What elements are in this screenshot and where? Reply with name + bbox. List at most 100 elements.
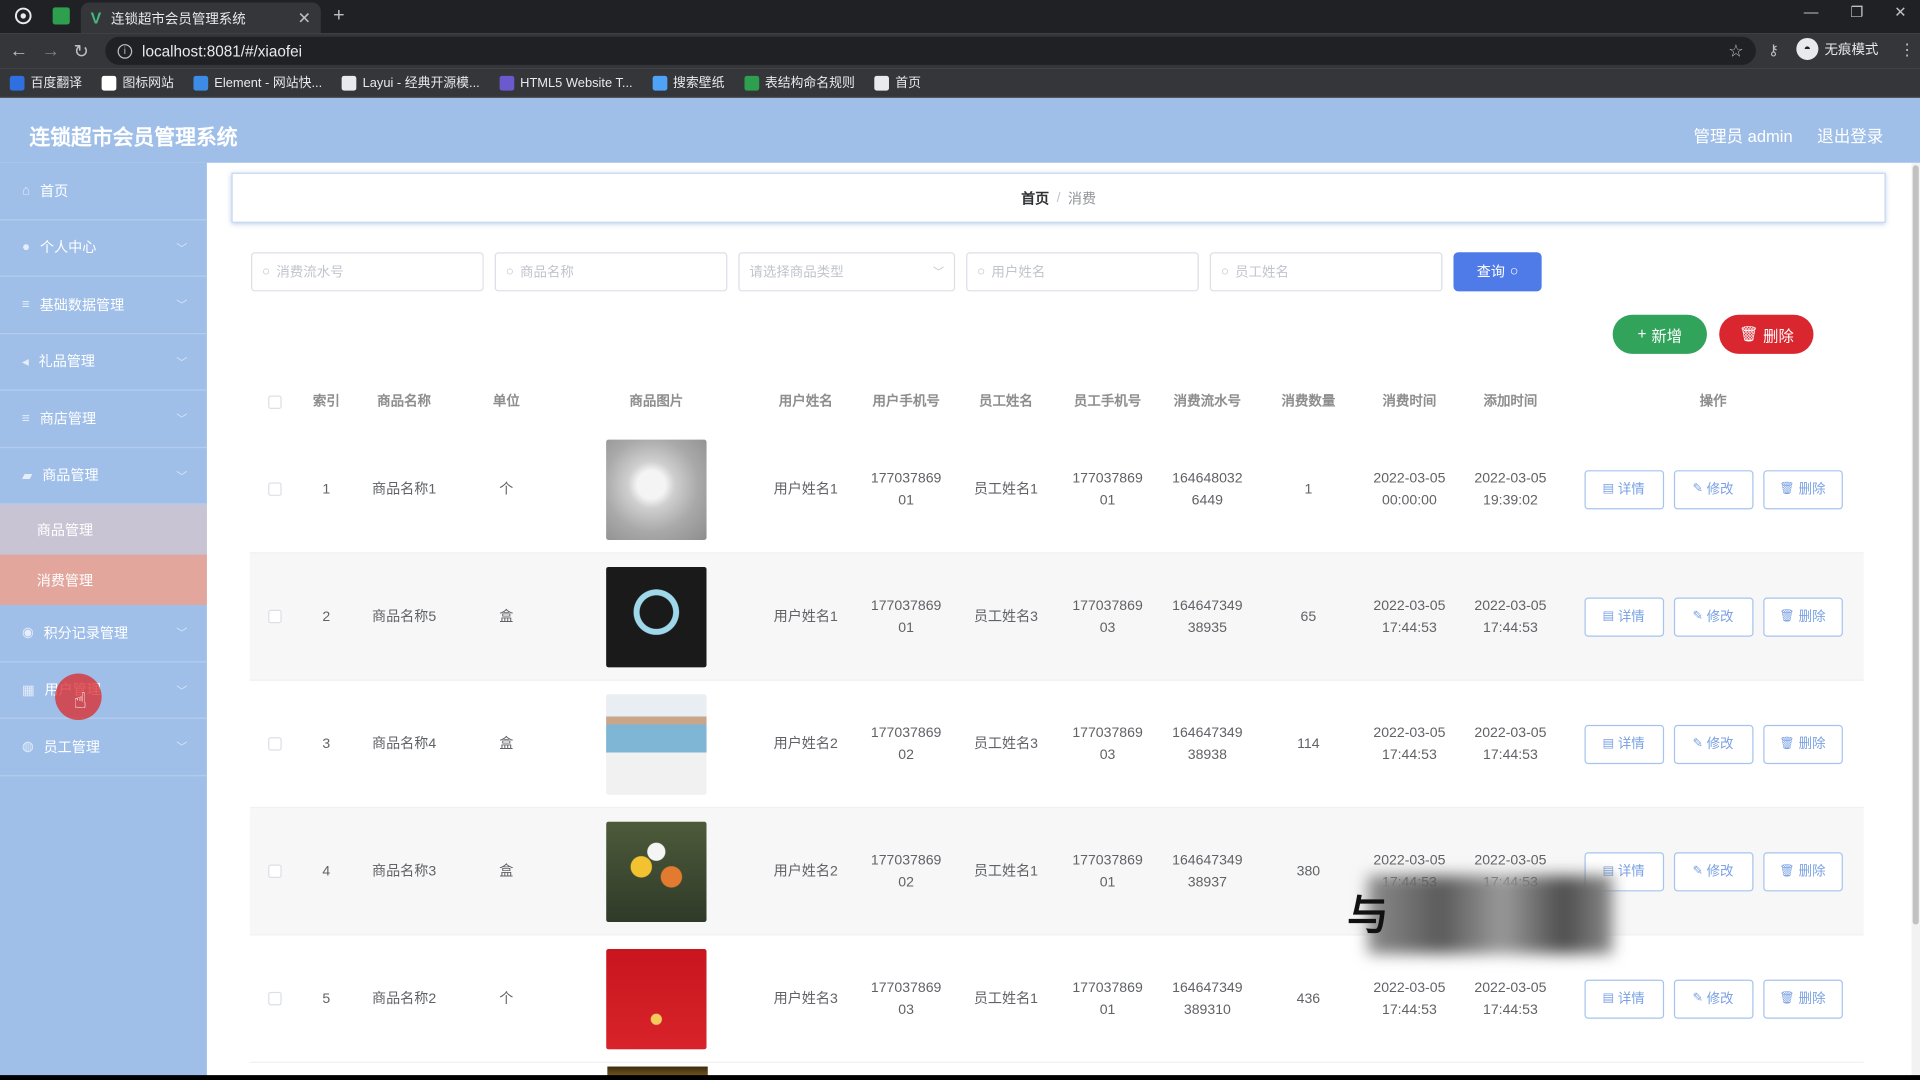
product-image[interactable] <box>606 566 707 667</box>
bookmark-item[interactable]: HTML5 Website T... <box>499 75 633 91</box>
product-type-select[interactable]: 请选择商品类型 ﹀ <box>738 252 956 292</box>
cell-add-time-line: 17:44:53 <box>1483 747 1538 763</box>
row-checkbox[interactable] <box>267 609 282 624</box>
sidebar-item[interactable]: ◂ 礼品管理 ﹀ <box>0 334 207 391</box>
sidebar-item[interactable]: ● 个人中心 ﹀ <box>0 220 207 277</box>
cell-operations: ▤ 详情 ✎ 修改 🗑 删除 <box>1562 596 1863 637</box>
cell-user-phone-line: 177037869 <box>870 725 942 741</box>
product-image[interactable] <box>606 693 707 795</box>
sidebar-item[interactable]: ≡ 商店管理 ﹀ <box>0 391 207 448</box>
bookmark-item[interactable]: 图标网站 <box>101 73 174 91</box>
user-search-input[interactable]: ○ 用户姓名 <box>966 252 1199 292</box>
cell-employee-phone: 177037869 01 <box>1057 977 1159 1021</box>
incognito-indicator[interactable]: ◓ 无痕模式 <box>1796 37 1878 61</box>
add-button[interactable]: + 新增 <box>1612 314 1707 354</box>
query-button[interactable]: 查询 ○ <box>1453 252 1542 292</box>
page-scrollbar[interactable] <box>1911 162 1920 1080</box>
sidebar-subitem[interactable]: 商品管理 <box>0 504 207 555</box>
bookmark-item[interactable]: 百度翻译 <box>9 73 82 91</box>
tab-title: 连锁超市会员管理系统 <box>111 11 246 27</box>
detail-button[interactable]: ▤ 详情 <box>1583 469 1664 509</box>
sidebar-item[interactable]: ▰ 商品管理 ﹀ <box>0 448 207 505</box>
product-placeholder: 商品名称 <box>519 265 574 281</box>
cell-user-phone-line: 177037869 <box>870 598 942 613</box>
batch-delete-button[interactable]: 🗑 删除 <box>1719 314 1814 354</box>
reload-icon[interactable]: ↻ <box>73 40 88 63</box>
row-delete-button-label: 删除 <box>1798 609 1826 624</box>
employee-search-input[interactable]: ○ 员工姓名 <box>1209 252 1443 292</box>
window-close-icon[interactable]: ✕ <box>1894 4 1906 21</box>
tab-close-icon[interactable]: ✕ <box>298 8 311 28</box>
cell-serial: 164647349 38937 <box>1158 849 1256 893</box>
product-image[interactable] <box>606 438 707 540</box>
sidebar-item[interactable]: ⌂ 首页 <box>0 163 207 220</box>
edit-button[interactable]: ✎ 修改 <box>1673 724 1753 764</box>
restore-icon[interactable]: ❐ <box>1850 4 1863 21</box>
cell-employee-phone-line: 01 <box>1099 874 1116 890</box>
cell-user-phone-line: 03 <box>898 1002 914 1017</box>
bookmark-item[interactable]: Layui - 经典开源模... <box>341 73 480 91</box>
key-icon[interactable]: ⚷ <box>1768 42 1779 59</box>
table-row: 2 商品名称5 盒用户姓名1 177037869 01 员工姓名3 177037869 03 1… <box>249 553 1864 681</box>
bookmark-label: 搜索壁纸 <box>672 75 725 91</box>
row-checkbox[interactable] <box>267 737 282 751</box>
row-delete-button[interactable]: 🗑 删除 <box>1762 978 1843 1019</box>
bookmark-item[interactable]: 表结构命名规则 <box>744 73 855 91</box>
address-bar[interactable]: i localhost:8081/#/xiaofei ☆ <box>105 36 1756 65</box>
sidebar-item[interactable]: ≡ 基础数据管理 ﹀ <box>0 277 207 334</box>
cell-serial-line: 38935 <box>1187 620 1227 635</box>
browser-menu-icon[interactable]: ⋮ <box>1899 40 1915 60</box>
cell-name: 商品名称2 <box>371 991 437 1006</box>
detail-button[interactable]: ▤ 详情 <box>1583 596 1664 637</box>
chevron-down-icon: ﹀ <box>176 356 188 369</box>
select-all-checkbox[interactable] <box>267 394 282 409</box>
row-delete-button[interactable]: 🗑 删除 <box>1762 596 1843 637</box>
serial-search-input[interactable]: ○ 消费流水号 <box>251 252 484 292</box>
breadcrumb-home[interactable]: 首页 <box>1021 188 1049 208</box>
detail-button[interactable]: ▤ 详情 <box>1583 978 1664 1019</box>
sidebar-item[interactable]: ◉ 积分记录管理 ﹀ <box>0 605 207 662</box>
cell-employee-phone: 177037869 01 <box>1057 849 1159 893</box>
row-delete-button[interactable]: 🗑 删除 <box>1762 469 1843 509</box>
row-checkbox[interactable] <box>267 482 282 496</box>
edit-button[interactable]: ✎ 修改 <box>1673 596 1753 637</box>
logout-link[interactable]: 退出登录 <box>1817 122 1883 146</box>
product-image[interactable] <box>606 821 707 922</box>
back-icon[interactable]: ← <box>10 40 28 61</box>
product-search-input[interactable]: ○ 商品名称 <box>494 252 728 292</box>
product-image[interactable] <box>606 948 707 1049</box>
sidebar-item[interactable]: ◍ 员工管理 ﹀ <box>0 719 207 776</box>
edit-button[interactable]: ✎ 修改 <box>1673 978 1753 1019</box>
cell-add-time: 2022-03-05 17:44:53 <box>1458 722 1562 766</box>
site-info-icon[interactable]: i <box>117 43 133 59</box>
scrollbar-thumb[interactable] <box>1912 165 1919 925</box>
cell-name: 商品名称4 <box>371 736 437 752</box>
row-delete-button[interactable]: 🗑 删除 <box>1762 851 1843 891</box>
row-delete-button[interactable]: 🗑 删除 <box>1762 724 1843 764</box>
bookmark-star-icon[interactable]: ☆ <box>1728 40 1743 61</box>
employee-placeholder: 员工姓名 <box>1235 265 1289 281</box>
detail-button[interactable]: ▤ 详情 <box>1583 724 1664 764</box>
cell-user-phone: 177037869 01 <box>857 467 955 511</box>
new-tab-icon[interactable]: + <box>333 5 344 27</box>
edit-button[interactable]: ✎ 修改 <box>1673 851 1753 891</box>
header-image: 商品图片 <box>629 394 684 409</box>
minimize-icon[interactable]: — <box>1804 4 1819 21</box>
active-tab[interactable]: V 连锁超市会员管理系统 ✕ <box>80 2 321 34</box>
cell-serial-line: 38938 <box>1187 747 1227 763</box>
bookmark-item[interactable]: Element - 网站快... <box>193 73 322 91</box>
pinned-tab-icon[interactable] <box>52 7 70 25</box>
forward-icon[interactable]: → <box>42 40 60 61</box>
bookmark-favicon-icon <box>499 75 515 91</box>
edit-button-label: 修改 <box>1706 609 1734 624</box>
row-checkbox[interactable] <box>267 991 282 1006</box>
edit-button[interactable]: ✎ 修改 <box>1673 469 1753 509</box>
sidebar-subitem[interactable]: 消费管理 <box>0 554 207 605</box>
sidebar-item[interactable]: ▦用户管理﹀ <box>0 662 207 719</box>
cell-user-phone-line: 02 <box>898 874 914 890</box>
bookmark-item[interactable]: 搜索壁纸 <box>652 73 724 91</box>
bookmark-item[interactable]: 首页 <box>874 73 921 91</box>
row-checkbox[interactable] <box>267 864 282 878</box>
cell-unit: 个 <box>499 481 514 497</box>
search-icon: ○ <box>1220 264 1229 280</box>
